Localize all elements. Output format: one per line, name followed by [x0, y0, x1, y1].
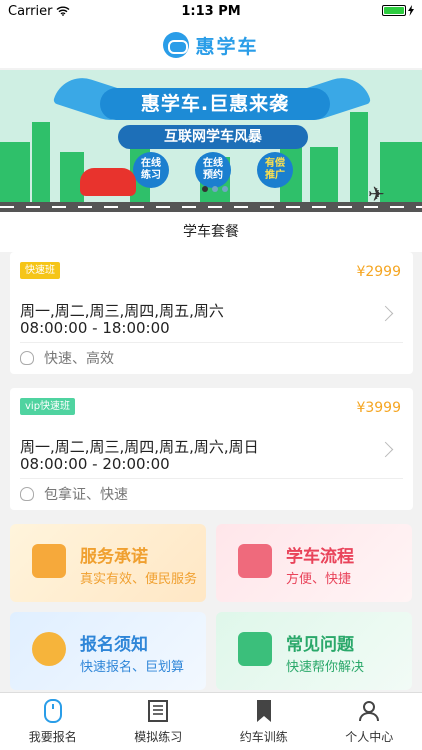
- user-icon: [357, 699, 381, 723]
- bookmark-icon: [252, 699, 276, 723]
- package-feature-text: 快速、高效: [44, 351, 114, 367]
- banner-bubble-booking: 在线 预约: [195, 152, 231, 188]
- service-subtitle: 快速报名、巨划算: [80, 660, 185, 675]
- car-icon: [80, 168, 136, 196]
- banner-pagination[interactable]: [202, 186, 228, 192]
- tab-signup[interactable]: 我要报名: [0, 693, 106, 750]
- bottom-tab-bar: 我要报名 模拟练习 约车训练 个人中心: [0, 692, 422, 750]
- banner-title: 惠学车.巨惠来袭: [100, 88, 330, 120]
- package-feature-text: 包拿证、快速: [44, 487, 128, 503]
- banner-bubble-promotion: 有偿 推广: [257, 152, 293, 188]
- service-tile-faq[interactable]: 常见问题 快速帮你解决: [216, 612, 412, 690]
- package-feature: 快速、高效: [20, 348, 114, 368]
- tab-profile[interactable]: 个人中心: [317, 693, 422, 750]
- package-card-vip[interactable]: vip快速班 ¥3999 周一,周二,周三,周四,周五,周六,周日 08:00:…: [10, 388, 413, 510]
- package-hours: 08:00:00 - 20:00:00: [20, 455, 170, 473]
- tab-label: 模拟练习: [134, 729, 183, 744]
- certificate-icon: [32, 544, 66, 578]
- mouse-icon: [41, 698, 65, 723]
- pagination-dot-active[interactable]: [202, 186, 208, 192]
- package-card-fast[interactable]: 快速班 ¥2999 周一,周二,周三,周四,周五,周六 08:00:00 - 1…: [10, 252, 413, 374]
- service-subtitle: 真实有效、便民服务: [80, 572, 198, 587]
- status-bar: Carrier 1:13 PM: [0, 0, 422, 22]
- battery-icon: [382, 5, 406, 16]
- tab-practice[interactable]: 模拟练习: [106, 693, 212, 750]
- service-tile-process[interactable]: 学车流程 方便、快捷: [216, 524, 412, 602]
- package-days: 周一,周二,周三,周四,周五,周六,周日: [20, 438, 259, 456]
- lightbulb-icon: [20, 351, 34, 365]
- chevron-right-icon[interactable]: [377, 441, 394, 458]
- package-days: 周一,周二,周三,周四,周五,周六: [20, 302, 224, 320]
- service-title: 报名须知: [80, 635, 148, 655]
- charging-bolt-icon: [408, 5, 414, 16]
- divider: [20, 478, 403, 479]
- package-hours: 08:00:00 - 18:00:00: [20, 319, 170, 337]
- road-graphic: [0, 202, 422, 212]
- divider: [20, 342, 403, 343]
- document-flow-icon: [238, 544, 272, 578]
- battery-indicator: [382, 5, 414, 16]
- steering-face-logo-icon: [163, 32, 190, 58]
- service-title: 常见问题: [286, 635, 354, 655]
- package-feature: 包拿证、快速: [20, 484, 128, 504]
- tab-label: 我要报名: [28, 729, 77, 744]
- chevron-right-icon[interactable]: [377, 305, 394, 322]
- app-header: 惠学车: [0, 22, 422, 68]
- service-title: 服务承诺: [80, 547, 148, 567]
- package-price: ¥3999: [356, 400, 401, 416]
- package-tag: vip快速班: [20, 398, 76, 415]
- banner-subtitle: 互联网学车风暴: [118, 125, 308, 149]
- service-title: 学车流程: [286, 547, 354, 567]
- pagination-dot[interactable]: [222, 186, 228, 192]
- section-title: 学车套餐: [0, 212, 422, 252]
- tab-label: 个人中心: [345, 729, 394, 744]
- service-subtitle: 快速帮你解决: [286, 660, 365, 675]
- package-tag: 快速班: [20, 262, 60, 279]
- brand-title: 惠学车: [195, 35, 259, 58]
- service-tile-notice[interactable]: 报名须知 快速报名、巨划算: [10, 612, 206, 690]
- info-icon: [32, 632, 66, 666]
- document-icon: [146, 699, 170, 723]
- tab-booking[interactable]: 约车训练: [211, 693, 317, 750]
- pagination-dot[interactable]: [212, 186, 218, 192]
- clock: 1:13 PM: [181, 3, 241, 19]
- banner-bubble-practice: 在线 练习: [133, 152, 169, 188]
- service-subtitle: 方便、快捷: [286, 572, 352, 587]
- inbox-question-icon: [238, 632, 272, 666]
- service-tile-promise[interactable]: 服务承诺 真实有效、便民服务: [10, 524, 206, 602]
- lightbulb-icon: [20, 487, 34, 501]
- tab-label: 约车训练: [239, 729, 288, 744]
- package-price: ¥2999: [356, 264, 401, 280]
